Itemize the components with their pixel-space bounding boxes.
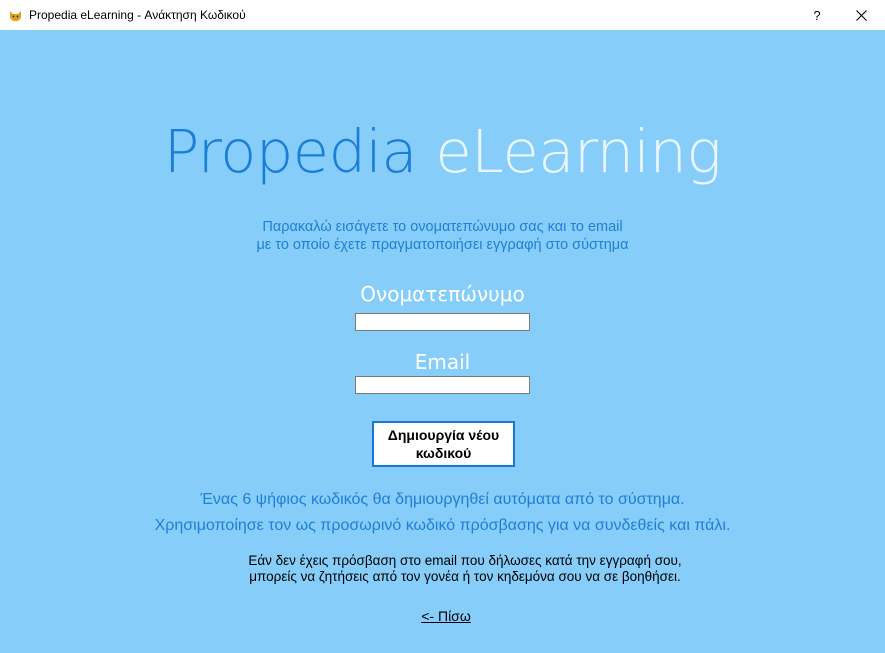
email-label: Email [414,350,471,374]
help-note-line-2: μπορείς να ζητήσεις από τον γονέα ή τον … [249,569,681,584]
help-note-line-1: Εάν δεν έχεις πρόσβαση στο email που δήλ… [248,553,682,568]
close-icon [855,9,867,21]
instructions-line-2: με το οποίο έχετε πραγματοποιήσει εγγραφ… [256,237,629,253]
cat-icon [9,9,22,22]
help-note: Εάν δεν έχεις πρόσβαση στο email που δήλ… [0,553,885,585]
name-label: Ονοματεπώνυμο [360,282,525,306]
app-logo: Propedia eLearning [0,122,885,181]
help-button[interactable]: ? [794,0,840,30]
instructions-text: Παρακαλώ εισάγετε το ονοματεπώνυμο σας κ… [0,218,885,254]
logo-part-propedia: Propedia [163,117,418,186]
name-input[interactable] [355,313,530,331]
info-line-2: Χρησιμοποίησε τον ως προσωρινό κωδικό πρ… [154,517,731,534]
create-button-line-1: Δημιουργία νέου [387,427,500,443]
logo-part-elearning: eLearning [435,117,722,186]
create-button-line-2: κωδικού [415,445,472,461]
title-bar: Propedia eLearning - Ανάκτηση Κωδικού ? [0,0,885,30]
back-link[interactable]: <- Πίσω [0,608,885,624]
instructions-line-1: Παρακαλώ εισάγετε το ονοματεπώνυμο σας κ… [262,219,623,235]
recovery-panel: Propedia eLearning Παρακαλώ εισάγετε το … [0,30,885,653]
info-line-1: Ένας 6 ψήφιος κωδικός θα δημιουργηθεί αυ… [200,491,685,508]
email-input[interactable] [355,376,530,394]
close-button[interactable] [838,0,884,30]
window-title: Propedia eLearning - Ανάκτηση Κωδικού [29,8,246,22]
create-new-password-button[interactable]: Δημιουργία νέου κωδικού [372,421,515,467]
